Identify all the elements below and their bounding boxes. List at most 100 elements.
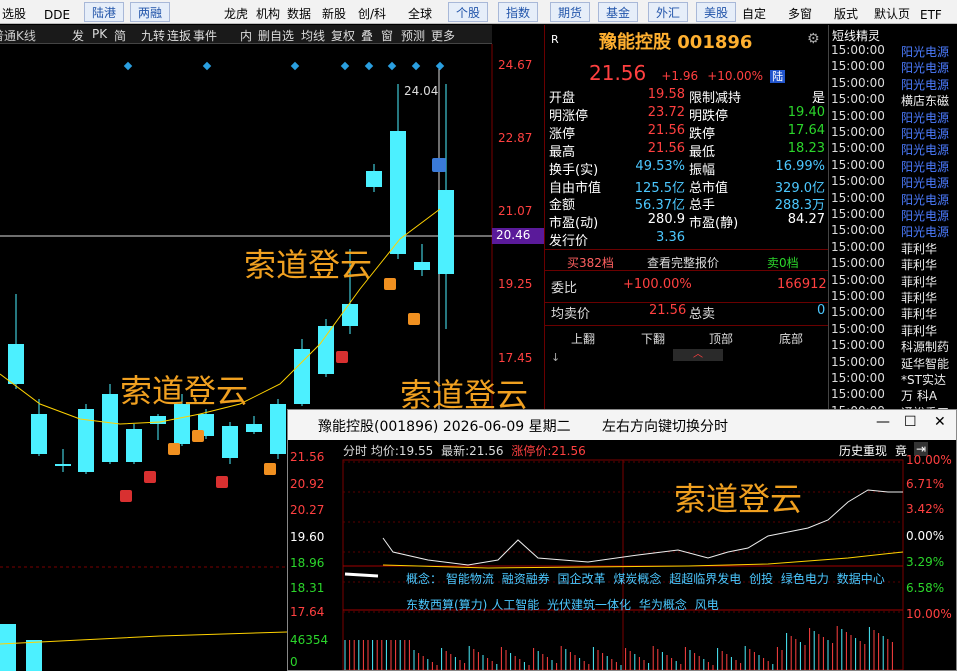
page-down-button[interactable]: 下翻	[641, 330, 665, 347]
chart-tool-9[interactable]: 复权	[331, 27, 355, 44]
toolbar-item-14[interactable]: 外汇	[648, 2, 688, 22]
news-item[interactable]: 15:00:00 阳光电源	[829, 191, 957, 207]
t-signal-marker	[192, 430, 204, 442]
quote-label: 明跌停	[689, 108, 729, 124]
minimize-icon[interactable]: —	[876, 414, 890, 430]
news-item[interactable]: 15:00:00 菲利华	[829, 273, 957, 289]
news-stock: 阳光电源	[901, 176, 950, 191]
news-item[interactable]: 15:00:00 阳光电源	[829, 59, 957, 75]
news-item[interactable]: 15:00:00 菲利华	[829, 240, 957, 256]
full-quote-button[interactable]: 查看完整报价	[647, 254, 719, 271]
close-icon[interactable]: ✕	[934, 414, 946, 430]
chart-tool-10[interactable]: 叠	[361, 27, 373, 44]
toolbar-item-0[interactable]: 选股	[2, 0, 26, 24]
top-button[interactable]: 顶部	[709, 330, 733, 347]
news-stock: 阳光电源	[901, 192, 950, 207]
chart-tool-6[interactable]: 内	[240, 27, 252, 44]
chart-tool-11[interactable]: 窗	[381, 27, 393, 44]
news-item[interactable]: 15:00:00 延华智能	[829, 355, 957, 371]
price-axis: 24.67 22.87 21.07 19.25 17.45 20.46	[492, 44, 544, 424]
chart-tool-2[interactable]: 简	[114, 27, 126, 44]
toolbar-item-9[interactable]: 全球	[408, 0, 432, 24]
intraday-chart[interactable]: 21.56 20.92 20.27 19.60 18.96 18.31 17.64 46354…	[288, 440, 957, 670]
news-item[interactable]: 15:00:00 阳光电源	[829, 158, 957, 174]
news-item[interactable]: 15:00:00 *ST实达	[829, 371, 957, 387]
news-item[interactable]: 15:00:00 菲利华	[829, 289, 957, 305]
quote-label: 市盈(动)	[549, 216, 599, 232]
chart-tool-8[interactable]: 均线	[301, 27, 325, 44]
y-tick-label: 18.96	[290, 556, 324, 570]
chart-tool-7[interactable]: 删自选	[258, 27, 294, 44]
news-item[interactable]: 15:00:00 科源制药	[829, 338, 957, 354]
toolbar-item-11[interactable]: 指数	[498, 2, 538, 22]
toolbar-item-5[interactable]: 机构	[256, 0, 280, 24]
chart-tool-5[interactable]: 事件	[193, 27, 217, 44]
toolbar-item-label: 机构	[256, 7, 281, 21]
news-item[interactable]: 15:00:00 阳光电源	[829, 109, 957, 125]
chart-tool-4[interactable]: 连扳	[167, 27, 191, 44]
toolbar-item-13[interactable]: 基金	[598, 2, 638, 22]
toolbar-item-18[interactable]: 版式	[834, 0, 858, 24]
chart-tool-13[interactable]: 更多	[431, 27, 455, 44]
chart-tool-0[interactable]: 发	[72, 27, 84, 44]
y-tick-label: 46354	[290, 633, 328, 647]
news-item[interactable]: 15:00:00 菲利华	[829, 322, 957, 338]
news-item[interactable]: 15:00:00 阳光电源	[829, 174, 957, 190]
price-change: +1.96	[661, 69, 699, 83]
current-price-marker: 20.46	[492, 228, 544, 244]
chart-toolbar: 普通K线 发 PK 简九转连扳事件 内删自选均线复权叠窗预测更多	[0, 25, 492, 44]
news-item[interactable]: 15:00:00 阳光电源	[829, 125, 957, 141]
sell-levels-tab[interactable]: 卖0档	[767, 254, 799, 271]
toolbar-item-label: 龙虎	[224, 7, 249, 21]
sort-icon[interactable]: ↓	[551, 351, 560, 364]
toolbar-item-17[interactable]: 多窗	[788, 0, 812, 24]
concept-line-1: 概念： 智能物流 融资融券 国企改革 煤炭概念 超超临界发电 创投 绿色电力 数…	[406, 572, 885, 586]
toolbar-item-19[interactable]: 默认页	[874, 0, 910, 24]
news-stock: 菲利华	[901, 258, 938, 273]
quote-row: 自由市值 125.5亿 总市值 329.0亿	[545, 177, 828, 196]
candle-body	[414, 262, 430, 270]
news-item[interactable]: 15:00:00 阳光电源	[829, 141, 957, 157]
toolbar-item-12[interactable]: 期货	[550, 2, 590, 22]
news-item[interactable]: 15:00:00 菲利华	[829, 305, 957, 321]
toolbar-item-8[interactable]: 创/科	[358, 0, 386, 24]
toolbar-item-6[interactable]: 数据	[287, 0, 311, 24]
chart-tool-12[interactable]: 预测	[401, 27, 425, 44]
toolbar-item-2[interactable]: 陆港	[84, 2, 124, 22]
quote-row: 开盘 19.58 限制减持 是	[545, 87, 828, 106]
news-time: 15:00:00	[831, 108, 885, 123]
kline-type-label[interactable]: 普通K线	[0, 27, 36, 44]
toolbar-item-16[interactable]: 自定	[742, 0, 766, 24]
news-item[interactable]: 15:00:00 阳光电源	[829, 223, 957, 239]
chart-tool-1[interactable]: PK	[92, 27, 107, 41]
quote-label: 总手	[689, 198, 716, 214]
maximize-icon[interactable]: ☐	[904, 414, 917, 430]
toolbar-item-1[interactable]: DDE	[44, 0, 70, 24]
news-item[interactable]: 15:00:00 阳光电源	[829, 207, 957, 223]
bottom-button[interactable]: 底部	[779, 330, 803, 347]
toolbar-item-4[interactable]: 龙虎	[224, 0, 248, 24]
chart-tool-3[interactable]: 九转	[141, 27, 165, 44]
news-item[interactable]: 15:00:00 阳光电源	[829, 76, 957, 92]
news-time: 15:00:00	[831, 43, 885, 57]
news-item[interactable]: 15:00:00 横店东磁	[829, 92, 957, 108]
toolbar-item-10[interactable]: 个股	[448, 2, 488, 22]
buy-levels-tab[interactable]: 买382档	[567, 254, 614, 271]
news-item[interactable]: 15:00:00 万 科A	[829, 387, 957, 403]
quote-label: 换手(实)	[549, 162, 599, 178]
toolbar-item-20[interactable]: ETF	[920, 0, 942, 24]
collapse-icon[interactable]: ︿	[673, 349, 723, 361]
news-item[interactable]: 15:00:00 阳光电源	[829, 43, 957, 59]
news-stock: 菲利华	[901, 241, 938, 256]
candle-body	[366, 171, 382, 187]
r-label: R	[551, 33, 559, 46]
toolbar-item-3[interactable]: 两融	[130, 2, 170, 22]
news-item[interactable]: 15:00:00 菲利华	[829, 256, 957, 272]
page-up-button[interactable]: 上翻	[571, 330, 595, 347]
news-stock: 菲利华	[901, 291, 938, 305]
quote-value: 17.64	[787, 122, 825, 138]
toolbar-item-15[interactable]: 美股	[696, 2, 736, 22]
quote-value: 3.36	[656, 230, 685, 246]
gear-icon[interactable]: ⚙	[807, 31, 820, 47]
toolbar-item-7[interactable]: 新股	[322, 0, 346, 24]
